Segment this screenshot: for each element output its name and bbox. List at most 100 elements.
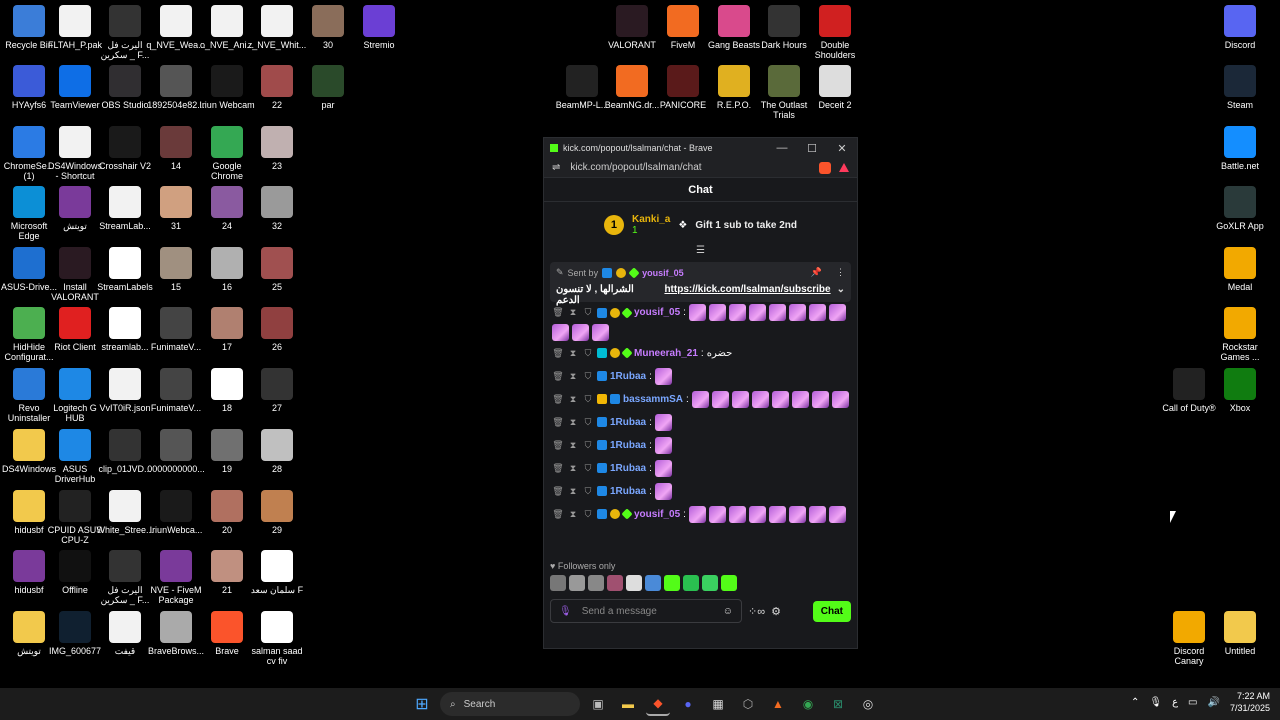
chevron-up-icon[interactable]: ⌃ [1131,697,1139,708]
chat-message[interactable]: 🗑 ⧗ ⛉ yousif_05: [552,503,849,525]
trash-icon[interactable]: 🗑 [552,440,564,451]
obs-taskbar-icon[interactable]: ◎ [856,692,880,716]
emote-icon[interactable] [654,436,672,454]
timeout-icon[interactable]: ⧗ [567,509,579,520]
trash-icon[interactable]: 🗑 [552,371,564,382]
desktop-icon[interactable]: OBS Studio [96,65,154,110]
desktop-icon[interactable]: 26 [248,307,306,352]
store-icon[interactable]: ▦ [706,692,730,716]
desktop-icon[interactable]: Xbox [1211,368,1269,413]
send-chat-button[interactable]: Chat [812,600,851,622]
chat-messages[interactable]: 🗑 ⧗ ⛉ yousif_05: 🗑 ⧗ ⛉ Muneerah_21: حضره 🗑 ⧗ ⛉ 1Ruba… [544,302,857,557]
ban-icon[interactable]: ⛉ [582,486,594,497]
emote-icon[interactable] [654,413,672,431]
file-explorer-icon[interactable]: ▬ [616,692,640,716]
chat-message[interactable]: 🗑 ⧗ ⛉ 1Rubaa: [552,480,849,502]
brave-taskbar-icon[interactable]: ◆ [646,692,670,716]
xbox-taskbar-icon[interactable]: ⊠ [826,692,850,716]
close-button[interactable]: ✕ [827,142,857,155]
desktop-icon[interactable]: Steam [1211,65,1269,110]
emote-icon[interactable] [711,390,729,408]
desktop-icon[interactable]: par [299,65,357,110]
desktop-icon[interactable]: Discord [1211,5,1269,50]
windows-start-icon[interactable]: ⊞ [410,692,434,716]
unpin-icon[interactable]: 📌 [811,267,822,278]
chat-username[interactable]: Muneerah_21 [634,348,698,359]
emote-icon[interactable] [708,505,726,523]
desktop-icon[interactable]: clip_01JVD... [96,429,154,474]
desktop-icon[interactable]: Stremio [350,5,408,50]
emote-icon[interactable] [808,505,826,523]
emote-icon[interactable] [550,575,566,591]
desktop-icon[interactable]: Untitled [1211,611,1269,656]
desktop-icon[interactable]: PANICORE [654,65,712,110]
maximize-button[interactable]: ☐ [797,142,827,155]
app-taskbar-icon[interactable]: ⬡ [736,692,760,716]
emote-icon[interactable] [751,390,769,408]
desktop-icon[interactable]: IriunWebca... [147,490,205,535]
brave-rewards-icon[interactable] [839,163,849,172]
emote-icon[interactable] [828,505,846,523]
desktop-icon[interactable]: 1892504e82... [147,65,205,110]
desktop-icon[interactable]: 23 [248,126,306,171]
ban-icon[interactable]: ⛉ [582,307,594,318]
desktop-icon[interactable]: StreamLab... [96,186,154,231]
trash-icon[interactable]: 🗑 [552,348,564,359]
emote-icon[interactable] [572,324,589,341]
leader-name[interactable]: Kanki_a [632,214,670,225]
pinned-user[interactable]: yousif_05 [642,268,684,278]
emote-icon[interactable] [569,575,585,591]
volume-icon[interactable]: 🔊 [1208,697,1220,708]
discord-taskbar-icon[interactable]: ● [676,692,700,716]
desktop-icon[interactable]: q_NVE_Wea... [146,5,206,50]
timeout-icon[interactable]: ⧗ [567,486,579,497]
desktop-icon[interactable]: VALORANT [603,5,661,50]
ban-icon[interactable]: ⛉ [582,348,594,359]
desktop-icon[interactable]: Deceit 2 [806,65,864,110]
more-options-icon[interactable]: ⋮ [836,267,845,278]
ban-icon[interactable]: ⛉ [582,417,594,428]
emote-icon[interactable] [768,304,786,321]
trash-icon[interactable]: 🗑 [552,394,564,405]
subscribe-link[interactable]: https://kick.com/lsalman/subscribe [664,284,830,306]
desktop-icon[interactable]: FiveM [654,5,712,50]
emote-icon[interactable] [688,304,706,321]
desktop-icon[interactable]: z_NVE_Whit... [248,5,306,50]
fivem-taskbar-icon[interactable]: ▲ [766,692,790,716]
desktop-icon[interactable]: BraveBrows... [147,611,205,656]
chat-username[interactable]: yousif_05 [634,307,680,318]
emote-icon[interactable] [645,575,661,591]
ban-icon[interactable]: ⛉ [582,509,594,520]
desktop-icon[interactable]: Rockstar Games ... [1211,307,1269,362]
chat-username[interactable]: 1Rubaa [610,463,646,474]
desktop-icon[interactable]: قيفت [96,611,154,656]
emote-icon[interactable] [691,390,709,408]
chat-input-placeholder[interactable]: Send a message [582,606,657,617]
minimize-button[interactable]: — [767,142,797,154]
desktop-icon[interactable]: Medal [1211,247,1269,292]
trash-icon[interactable]: 🗑 [552,307,564,318]
emote-icon[interactable] [768,505,786,523]
timeout-icon[interactable]: ⧗ [567,440,579,451]
emote-icon[interactable] [592,324,609,341]
trash-icon[interactable]: 🗑 [552,417,564,428]
desktop-icon[interactable]: اليرت فل سكرين _ F... [96,5,154,60]
desktop-icon[interactable]: Discord Canary [1160,611,1218,666]
desktop-icon[interactable]: NVE - FiveM Package [147,550,205,605]
points-icon[interactable]: ⁘∞ [748,605,765,618]
emote-icon[interactable] [788,304,806,321]
emote-icon[interactable] [748,304,766,321]
emote-icon[interactable] [654,482,672,500]
desktop-icon[interactable]: اليرت فل سكرين _ F... [96,550,154,605]
site-settings-icon[interactable]: ⇌ [552,162,560,173]
desktop-icon[interactable]: Battle.net [1211,126,1269,171]
emote-icon[interactable] [808,304,826,321]
chat-username[interactable]: bassammSA [623,394,683,405]
ban-icon[interactable]: ⛉ [582,463,594,474]
ban-icon[interactable]: ⛉ [582,371,594,382]
emote-icon[interactable] [664,575,680,591]
emote-icon[interactable] [588,575,604,591]
desktop-icon[interactable]: streamlab... [96,307,154,352]
emote-icon[interactable] [748,505,766,523]
desktop-icon[interactable]: Call of Duty® [1160,368,1218,413]
